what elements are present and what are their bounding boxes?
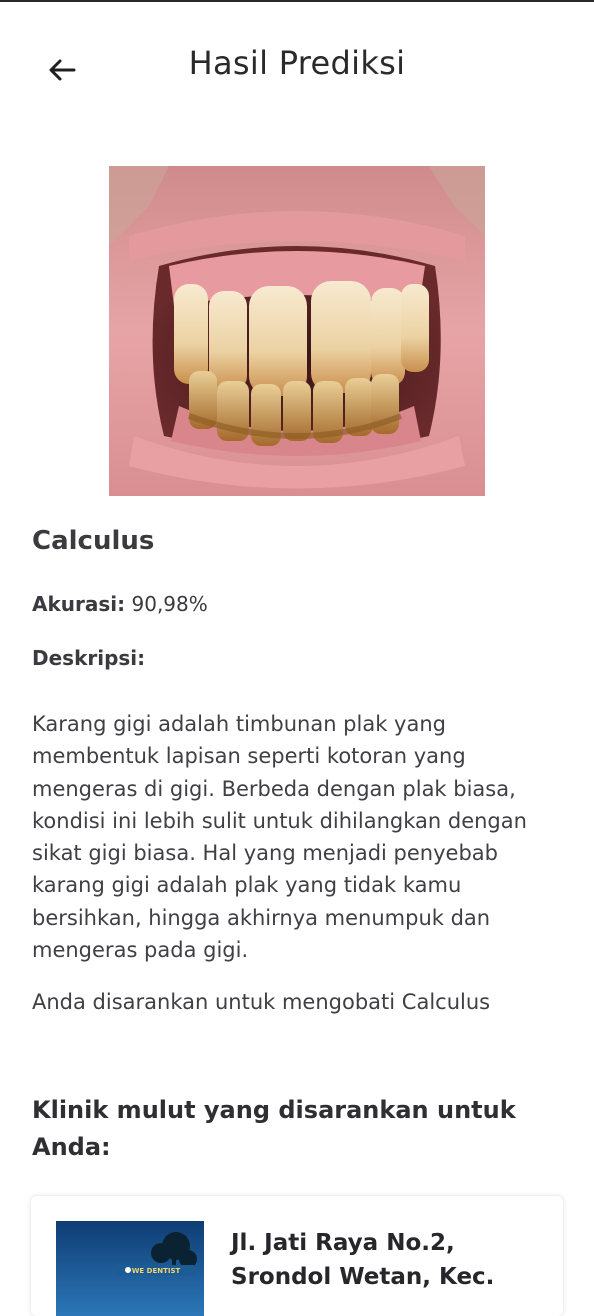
disease-name: Calculus bbox=[32, 526, 155, 556]
page-title: Hasil Prediksi bbox=[188, 44, 406, 82]
clinic-card[interactable]: WE DENTIST Jl. Jati Raya No.2, Srondol W… bbox=[31, 1196, 563, 1316]
clinic-thumb-logo: WE DENTIST bbox=[132, 1267, 181, 1275]
clinic-section-heading: Klinik mulut yang disarankan untuk Anda: bbox=[32, 1096, 516, 1161]
description-text: Karang gigi adalah timbunan plak yang me… bbox=[32, 712, 527, 963]
description-label: Deskripsi: bbox=[32, 646, 146, 670]
teeth-photo bbox=[109, 166, 485, 496]
clinic-thumbnail: WE DENTIST bbox=[56, 1221, 204, 1316]
accuracy-value: 90,98% bbox=[131, 592, 208, 616]
app-bar: Hasil Prediksi bbox=[0, 0, 594, 130]
accuracy-row: Akurasi: 90,98% bbox=[32, 592, 208, 616]
clinic-address: Jl. Jati Raya No.2, Srondol Wetan, Kec. bbox=[231, 1230, 495, 1290]
accuracy-label: Akurasi: bbox=[32, 592, 126, 616]
recommendation-text: Anda disarankan untuk mengobati Calculus bbox=[32, 990, 491, 1014]
